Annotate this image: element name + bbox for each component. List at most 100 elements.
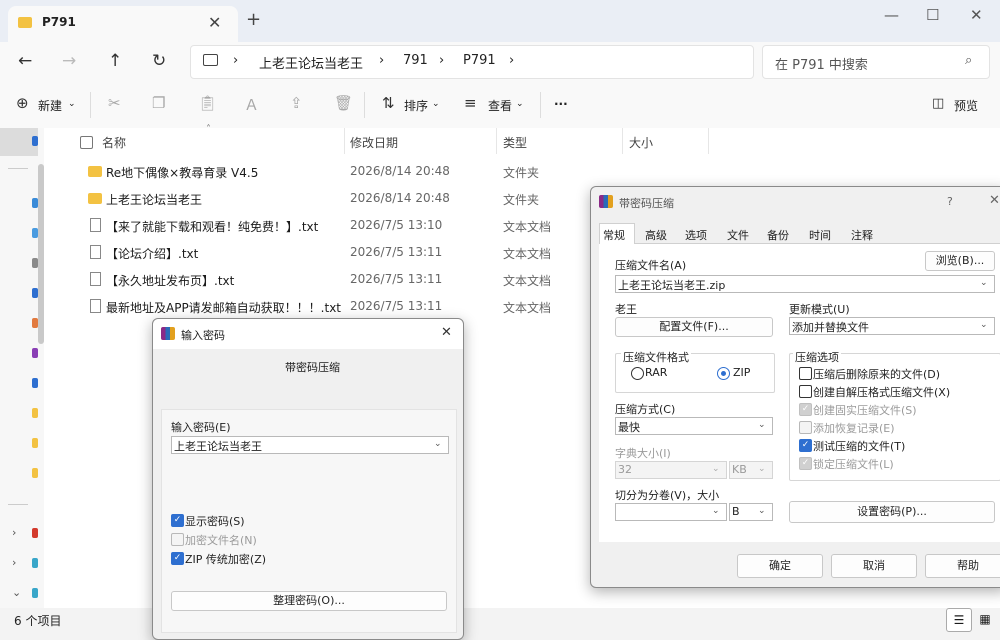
split-unit-select[interactable]: B ⌄ xyxy=(729,503,773,521)
new-button[interactable]: 新建 xyxy=(38,97,62,114)
tab-comment[interactable]: 注释 xyxy=(851,227,873,243)
column-modified[interactable]: 修改日期 xyxy=(350,134,398,151)
address-bar[interactable]: › 上老王论坛当老王 › 791 › P791 › xyxy=(190,45,754,79)
back-arrow-icon[interactable]: ← xyxy=(18,51,32,71)
refresh-icon[interactable]: ↻ xyxy=(152,51,166,71)
nav-item-icon[interactable] xyxy=(32,318,38,328)
set-password-button[interactable]: 设置密码(P)... xyxy=(789,501,995,523)
update-mode-select[interactable]: 添加并替换文件 ⌄ xyxy=(789,317,995,335)
chevron-down-icon[interactable]: ⌄ xyxy=(758,420,766,430)
dictionary-select[interactable]: 32 ⌄ xyxy=(615,461,727,479)
minimize-icon[interactable]: — xyxy=(884,6,899,24)
close-icon[interactable]: ✕ xyxy=(989,193,1000,208)
chevron-down-icon[interactable]: ⌄ xyxy=(434,439,442,449)
ok-button[interactable]: 确定 xyxy=(737,554,823,578)
nav-item-icon[interactable] xyxy=(32,258,38,268)
chevron-down-icon[interactable]: ⌄ xyxy=(12,586,21,599)
tiles-view-icon[interactable]: ▦ xyxy=(974,608,996,630)
browse-button[interactable]: 浏览(B)... xyxy=(925,251,995,271)
option-checkbox[interactable] xyxy=(799,421,812,434)
column-type[interactable]: 类型 xyxy=(503,134,527,151)
share-icon[interactable]: ⇪ xyxy=(290,94,303,112)
option-checkbox[interactable]: ✓ xyxy=(799,439,812,452)
nav-item-icon[interactable] xyxy=(32,228,38,238)
breadcrumb-item[interactable]: P791 xyxy=(463,53,496,68)
tab-files[interactable]: 文件 xyxy=(727,227,749,243)
tab-time[interactable]: 时间 xyxy=(809,227,831,243)
preview-button[interactable]: 预览 xyxy=(954,97,978,114)
nav-item-icon[interactable] xyxy=(32,408,38,418)
zip-legacy-checkbox[interactable]: ✓ xyxy=(171,552,184,565)
copy-icon[interactable]: ❐ xyxy=(152,94,165,112)
option-checkbox[interactable] xyxy=(799,385,812,398)
view-button[interactable]: 查看 xyxy=(488,97,512,114)
close-window-icon[interactable]: ✕ xyxy=(970,6,983,24)
tab-general[interactable]: 常规 xyxy=(603,227,625,243)
split-size-input[interactable]: ⌄ xyxy=(615,503,727,521)
file-row[interactable]: 【论坛介绍】.txt 2026/7/5 13:11 文本文档 xyxy=(44,239,604,266)
nav-item-icon[interactable] xyxy=(32,378,38,388)
search-box[interactable]: 在 P791 中搜索 ⌕ xyxy=(762,45,990,79)
file-row[interactable]: 最新地址及APP请发邮箱自动获取！！！.txt 2026/7/5 13:11 文本文… xyxy=(44,293,604,320)
nav-item-icon[interactable] xyxy=(32,288,38,298)
chevron-right-icon[interactable]: › xyxy=(12,556,16,569)
cut-icon[interactable]: ✂ xyxy=(108,94,121,112)
nav-item-icon[interactable] xyxy=(32,528,38,538)
chevron-down-icon[interactable]: ⌄ xyxy=(758,464,766,474)
more-options-button[interactable]: ··· xyxy=(554,97,568,111)
maximize-icon[interactable]: ☐ xyxy=(926,6,939,24)
option-checkbox[interactable] xyxy=(799,367,812,380)
chevron-down-icon[interactable]: ⌄ xyxy=(980,320,988,330)
select-all-checkbox[interactable] xyxy=(80,136,93,149)
dictionary-unit-select[interactable]: KB ⌄ xyxy=(729,461,773,479)
close-tab-icon[interactable]: ✕ xyxy=(208,13,221,32)
option-checkbox[interactable]: ✓ xyxy=(799,457,812,470)
rar-radio[interactable] xyxy=(631,367,644,380)
nav-item-icon[interactable] xyxy=(32,198,38,208)
profiles-button[interactable]: 配置文件(F)... xyxy=(615,317,773,337)
nav-item-icon[interactable] xyxy=(32,468,38,478)
cancel-button[interactable]: 取消 xyxy=(831,554,917,578)
nav-item-icon[interactable] xyxy=(32,438,38,448)
zip-radio[interactable] xyxy=(717,367,730,380)
breadcrumb-item[interactable]: 791 xyxy=(403,53,428,68)
delete-icon[interactable]: 🗑︎ xyxy=(334,94,353,112)
tab-options[interactable]: 选项 xyxy=(685,227,707,243)
details-view-icon[interactable]: ☰ xyxy=(946,608,972,632)
chevron-down-icon[interactable]: ⌄ xyxy=(712,464,720,474)
forward-arrow-icon[interactable]: → xyxy=(62,51,76,71)
file-row[interactable]: Re地下偶像×教尋育录 V4.5 2026/8/14 20:48 文件夹 xyxy=(44,158,604,185)
paste-icon[interactable]: 📋︎ xyxy=(198,94,217,112)
chevron-down-icon[interactable]: ⌄ xyxy=(758,506,766,516)
column-size[interactable]: 大小 xyxy=(629,134,653,151)
organize-passwords-button[interactable]: 整理密码(O)... xyxy=(171,591,447,611)
chevron-down-icon[interactable]: ⌄ xyxy=(980,278,988,288)
nav-item-icon[interactable] xyxy=(32,136,38,146)
tab-p791[interactable]: P791 ✕ xyxy=(8,6,238,42)
file-row[interactable]: 【永久地址发布页】.txt 2026/7/5 13:11 文本文档 xyxy=(44,266,604,293)
close-icon[interactable]: ✕ xyxy=(441,325,452,340)
chevron-down-icon[interactable]: ⌄ xyxy=(712,506,720,516)
method-select[interactable]: 最快 ⌄ xyxy=(615,417,773,435)
breadcrumb-item[interactable]: 上老王论坛当老王 xyxy=(259,53,363,72)
archive-name-input[interactable]: 上老王论坛当老王.zip ⌄ xyxy=(615,275,995,293)
encrypt-names-checkbox[interactable] xyxy=(171,533,184,546)
tab-advanced[interactable]: 高级 xyxy=(645,227,667,243)
nav-item-icon[interactable] xyxy=(32,558,38,568)
sort-button[interactable]: 排序 xyxy=(404,97,428,114)
show-password-checkbox[interactable]: ✓ xyxy=(171,514,184,527)
nav-item-icon[interactable] xyxy=(32,348,38,358)
chevron-right-icon[interactable]: › xyxy=(12,526,16,539)
tab-backup[interactable]: 备份 xyxy=(767,227,789,243)
help-button[interactable]: 帮助 xyxy=(925,554,1000,578)
file-row[interactable]: 【来了就能下载和观看！纯免费！】.txt 2026/7/5 13:10 文本文档 xyxy=(44,212,604,239)
file-row[interactable]: 上老王论坛当老王 2026/8/14 20:48 文件夹 xyxy=(44,185,604,212)
column-name[interactable]: 名称 xyxy=(102,134,126,151)
password-input[interactable]: 上老王论坛当老王 ⌄ xyxy=(171,436,449,454)
new-tab-button[interactable]: + xyxy=(246,9,261,30)
up-arrow-icon[interactable]: ↑ xyxy=(108,51,122,71)
option-checkbox[interactable]: ✓ xyxy=(799,403,812,416)
rename-icon[interactable]: Ａ xyxy=(244,94,259,115)
help-icon[interactable]: ? xyxy=(947,195,953,208)
nav-item-icon[interactable] xyxy=(32,588,38,598)
